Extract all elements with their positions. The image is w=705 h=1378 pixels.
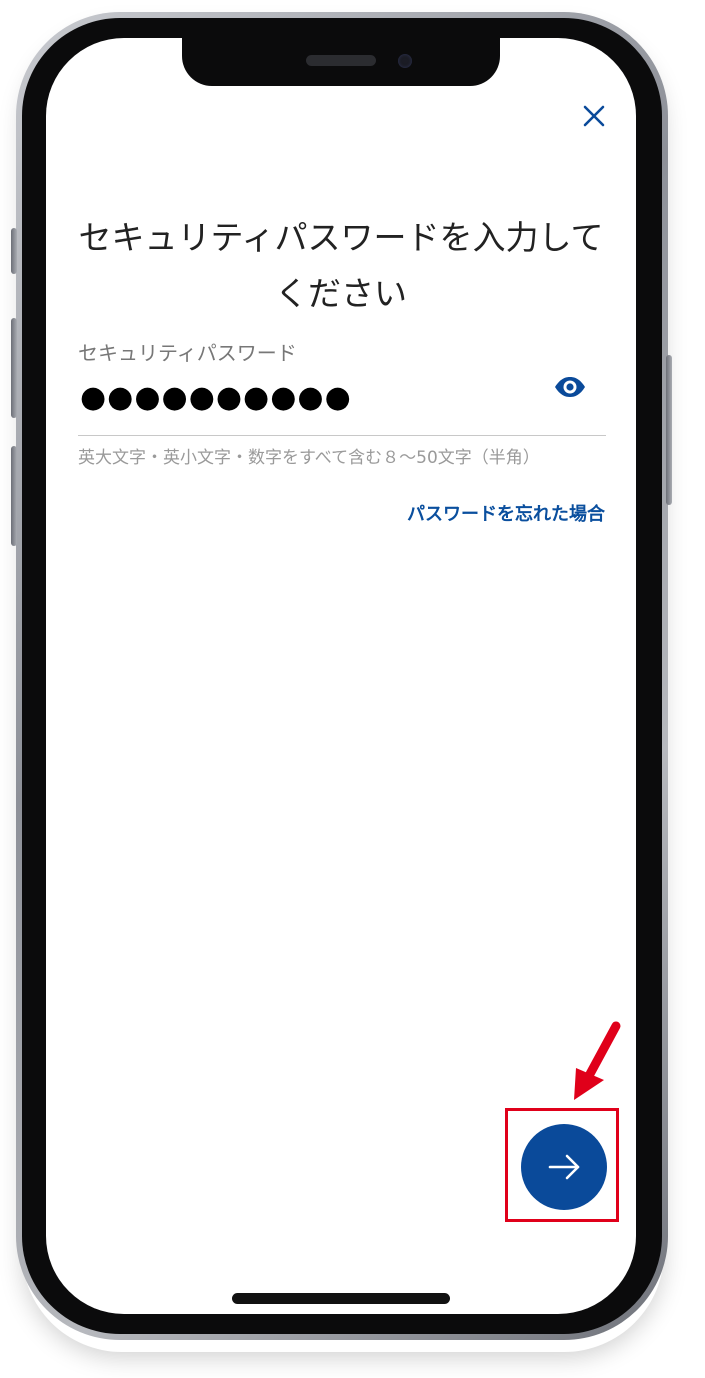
close-icon: [583, 105, 605, 127]
silent-switch: [11, 228, 17, 274]
earpiece-speaker: [306, 55, 376, 66]
volume-up-button: [11, 318, 17, 418]
red-arrow-icon: [574, 1021, 621, 1100]
next-button[interactable]: [521, 1124, 607, 1210]
close-button[interactable]: [574, 98, 614, 138]
password-hint: 英大文字・英小文字・数字をすべて含む８～50文字（半角）: [78, 448, 540, 468]
input-underline: [78, 435, 606, 436]
password-field-label: セキュリティパスワード: [78, 341, 297, 365]
power-button: [666, 355, 672, 505]
security-password-input[interactable]: [78, 372, 538, 424]
eye-icon: [555, 377, 585, 397]
front-camera: [398, 54, 412, 68]
home-indicator: [232, 1293, 450, 1304]
page-title: セキュリティパスワードを入力してください: [78, 218, 604, 313]
show-password-button[interactable]: [552, 372, 588, 402]
device-screenshot: セキュリティパスワードを入力してください セキュリティパスワード ●●●●●●●…: [0, 0, 705, 1378]
forgot-password-link[interactable]: パスワードを忘れた場合: [407, 500, 605, 526]
volume-down-button: [11, 446, 17, 546]
arrow-right-icon: [548, 1154, 580, 1180]
